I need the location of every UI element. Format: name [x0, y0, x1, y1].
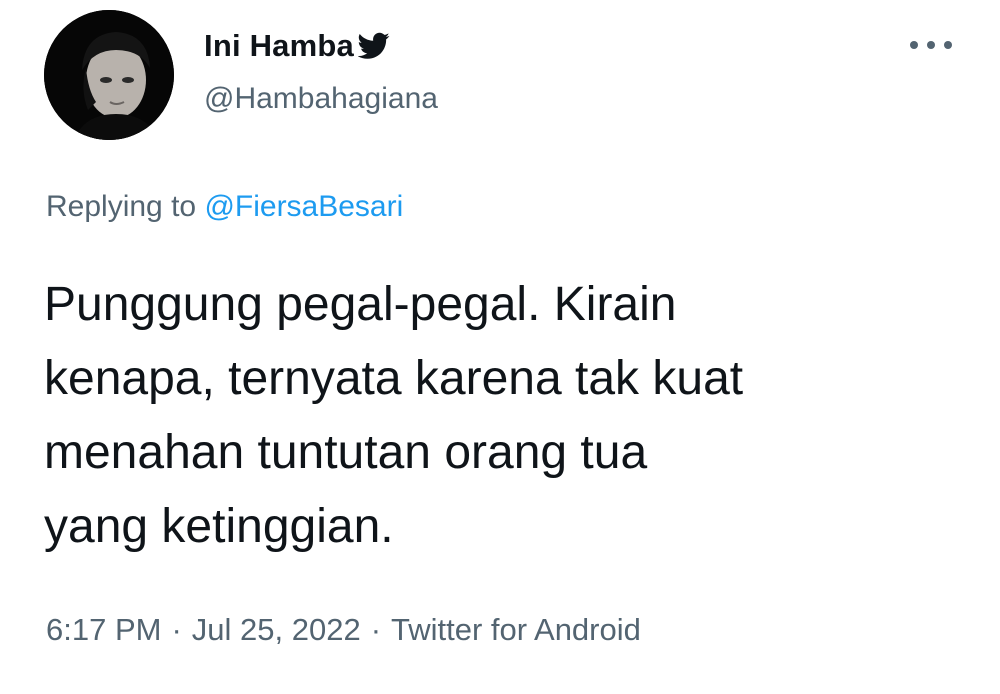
tweet-source[interactable]: Twitter for Android	[391, 612, 641, 647]
reply-mention-link[interactable]: @FiersaBesari	[204, 190, 403, 223]
author-display-name[interactable]: Ini Hamba	[204, 28, 354, 64]
tweet-text: Punggung pegal-pegal. Kirain kenapa, ter…	[44, 278, 744, 553]
author-handle[interactable]: @Hambahagiana	[204, 82, 438, 116]
tweet-card: Ini Hamba @Hambahagiana Replying to @Fie…	[0, 0, 1000, 694]
tweet-date[interactable]: Jul 25, 2022	[192, 612, 361, 647]
author-name-row: Ini Hamba	[204, 26, 438, 66]
meta-separator: ·	[370, 612, 382, 647]
meta-separator: ·	[171, 612, 182, 647]
avatar-image	[44, 10, 174, 140]
tweet-meta: 6:17 PM · Jul 25, 2022 · Twitter for Android	[46, 612, 641, 648]
avatar[interactable]	[44, 10, 174, 140]
tweet-header: Ini Hamba @Hambahagiana	[204, 26, 438, 116]
replying-to-line: Replying to @FiersaBesari	[46, 190, 403, 224]
more-dot	[910, 41, 918, 49]
replying-to-label: Replying to	[46, 190, 197, 223]
more-options-icon[interactable]	[906, 30, 956, 60]
more-dot	[944, 41, 952, 49]
tweet-time[interactable]: 6:17 PM	[46, 612, 161, 647]
more-dot	[927, 41, 935, 49]
twitter-bird-icon	[357, 32, 390, 60]
